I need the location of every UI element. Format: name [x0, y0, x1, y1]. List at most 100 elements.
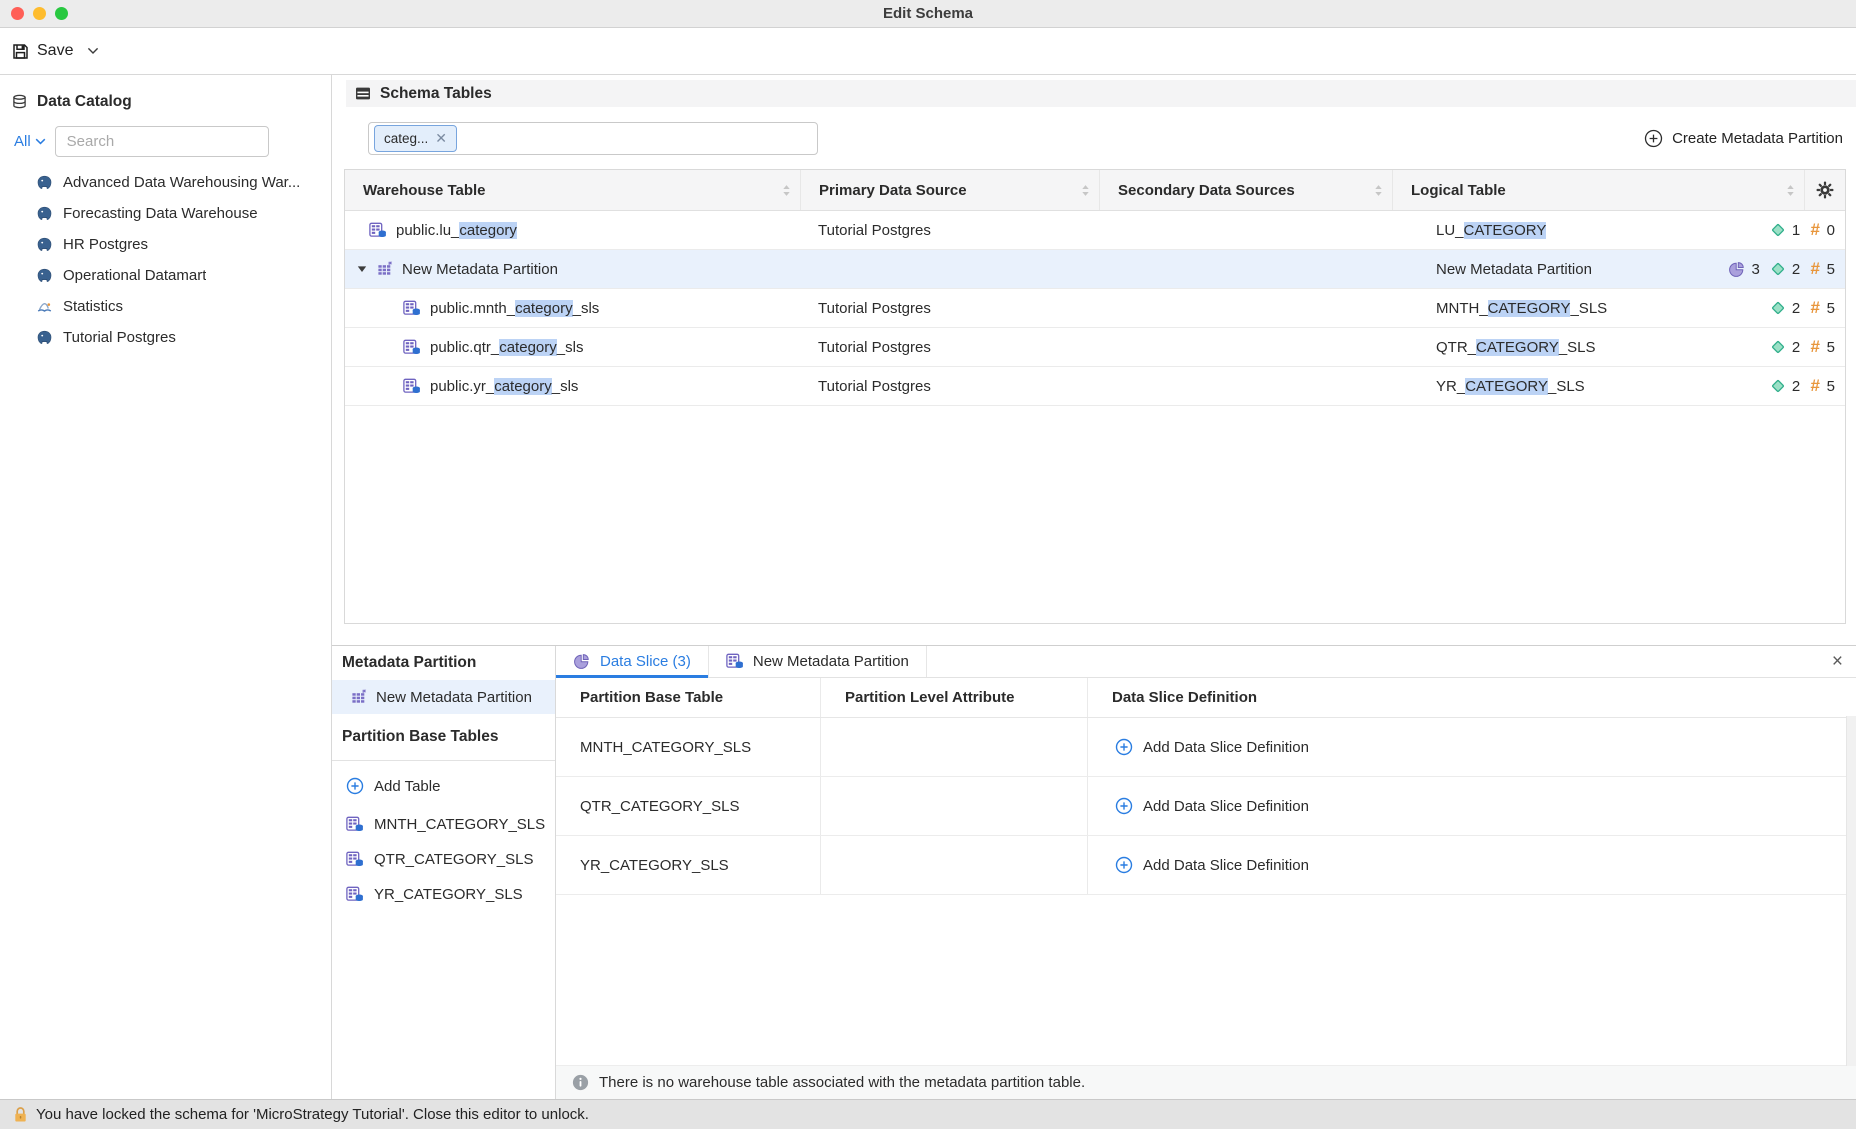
- secondary-data-sources-cell: [1099, 289, 1392, 327]
- col-header-primary-data-source[interactable]: Primary Data Source: [800, 170, 1099, 210]
- col-header-logical-table[interactable]: Logical Table: [1392, 170, 1804, 210]
- sort-icon[interactable]: [1081, 184, 1090, 197]
- slice-col-header-partition-level-attribute: Partition Level Attribute: [821, 678, 1088, 717]
- hash-badge-icon: #: [1810, 259, 1819, 279]
- status-bar: You have locked the schema for 'MicroStr…: [0, 1099, 1856, 1129]
- save-menu-chevron-icon[interactable]: [87, 47, 99, 55]
- base-table-name: YR_CATEGORY_SLS: [374, 886, 523, 903]
- warehouse-table-cell: public.lu_category: [345, 211, 800, 249]
- chevron-down-icon: [35, 138, 46, 145]
- add-data-slice-definition-button[interactable]: Add Data Slice Definition: [1088, 777, 1856, 835]
- postgres-icon: [36, 237, 53, 253]
- logical-table-cell: MNTH_CATEGORY_SLS2#5: [1392, 289, 1845, 327]
- schema-table-row[interactable]: public.lu_categoryTutorial PostgresLU_CA…: [345, 211, 1845, 250]
- postgres-icon: [36, 268, 53, 284]
- slice-col-header-partition-base-table: Partition Base Table: [556, 678, 821, 717]
- base-table-name: MNTH_CATEGORY_SLS: [374, 816, 545, 833]
- catalog-filter-row: All: [14, 126, 331, 157]
- info-message: There is no warehouse table associated w…: [599, 1074, 1085, 1091]
- warehouse-table-name: New Metadata Partition: [402, 261, 558, 278]
- warehouse-table-icon: [726, 653, 744, 670]
- slice-col-header-label: Partition Level Attribute: [845, 689, 1014, 706]
- hash-badge-icon: #: [1810, 376, 1819, 396]
- warehouse-table-icon: [346, 886, 364, 903]
- col-header-warehouse-table[interactable]: Warehouse Table: [345, 170, 800, 210]
- expand-caret-icon[interactable]: [357, 265, 367, 273]
- base-table-item[interactable]: QTR_CATEGORY_SLS: [332, 842, 555, 877]
- pie-badge-icon: [1728, 261, 1746, 278]
- partition-level-attribute-cell: [821, 777, 1088, 835]
- metadata-partition-editor: Metadata Partition New Metadata Partitio…: [332, 645, 1856, 1099]
- add-data-slice-definition-button[interactable]: Add Data Slice Definition: [1088, 836, 1856, 894]
- schema-table-row[interactable]: public.qtr_category_slsTutorial Postgres…: [345, 328, 1845, 367]
- row-badges: 2#5: [1760, 298, 1845, 318]
- panel-close-button[interactable]: ×: [1832, 646, 1856, 677]
- warehouse-table-cell: public.yr_category_sls: [345, 367, 800, 405]
- partition-base-table-value: YR_CATEGORY_SLS: [580, 857, 729, 874]
- title-bar: Edit Schema: [0, 0, 1856, 28]
- tab-label: Data Slice (3): [600, 653, 691, 670]
- create-metadata-partition-button[interactable]: Create Metadata Partition: [1644, 129, 1843, 148]
- primary-data-source-value: Tutorial Postgres: [818, 378, 931, 395]
- base-table-list: MNTH_CATEGORY_SLS QTR_CATEGORY_SLS YR_CATE…: [332, 807, 555, 912]
- warehouse-table-name: public.lu_category: [396, 222, 517, 239]
- save-button[interactable]: Save: [37, 42, 73, 60]
- col-header-label: Primary Data Source: [819, 182, 967, 199]
- warehouse-table-icon: [369, 222, 387, 239]
- primary-data-source-value: Tutorial Postgres: [818, 222, 931, 239]
- schema-table-row[interactable]: public.yr_category_sls Tutorial Postgres Y…: [345, 367, 1845, 406]
- partition-item-selected[interactable]: New Metadata Partition: [332, 680, 555, 714]
- search-highlight: category: [515, 300, 573, 317]
- add-data-slice-definition-label: Add Data Slice Definition: [1143, 739, 1309, 756]
- schema-table-row-partition[interactable]: New Metadata PartitionNew Metadata Parti…: [345, 250, 1845, 289]
- schema-tables-section: Schema Tables categ... ✕: [332, 75, 1856, 645]
- catalog-item-tutorial-postgres[interactable]: Tutorial Postgres: [0, 322, 331, 353]
- minimize-window-button[interactable]: [33, 7, 46, 20]
- catalog-item-operational-datamart[interactable]: Operational Datamart: [0, 260, 331, 291]
- vertical-scrollbar[interactable]: [1846, 716, 1856, 1066]
- add-table-button[interactable]: Add Table: [332, 765, 555, 807]
- remove-tag-icon[interactable]: ✕: [435, 131, 447, 145]
- sort-icon[interactable]: [1786, 184, 1795, 197]
- close-window-button[interactable]: [11, 7, 24, 20]
- postgres-icon: [36, 206, 53, 222]
- primary-data-source-cell: Tutorial Postgres: [800, 289, 1099, 327]
- column-count: 0: [1827, 222, 1835, 239]
- catalog-item-label: Operational Datamart: [63, 267, 206, 284]
- table-icon: [355, 86, 371, 101]
- data-catalog-title: Data Catalog: [37, 93, 132, 111]
- catalog-item-forecasting-data-warehouse[interactable]: Forecasting Data Warehouse: [0, 198, 331, 229]
- search-highlight: category: [494, 378, 552, 395]
- attribute-count: 2: [1792, 339, 1800, 356]
- catalog-item-hr-postgres[interactable]: HR Postgres: [0, 229, 331, 260]
- logical-table-cell: QTR_CATEGORY_SLS2#5: [1392, 328, 1845, 366]
- schema-tables-table: Warehouse Table Primary Data Source Second…: [344, 169, 1846, 624]
- add-data-slice-definition-button[interactable]: Add Data Slice Definition: [1088, 718, 1856, 776]
- secondary-data-sources-cell: [1099, 367, 1392, 405]
- tab-new-metadata-partition[interactable]: New Metadata Partition: [709, 646, 927, 677]
- primary-data-source-cell: [800, 250, 1099, 288]
- search-highlight: category: [459, 222, 517, 239]
- partition-base-table-cell: MNTH_CATEGORY_SLS: [556, 718, 821, 776]
- zoom-window-button[interactable]: [55, 7, 68, 20]
- schema-table-body: public.lu_categoryTutorial PostgresLU_CA…: [345, 211, 1845, 623]
- sort-icon[interactable]: [782, 184, 791, 197]
- logical-table-cell: YR_CATEGORY_SLS2#5: [1392, 367, 1845, 405]
- catalog-search-input[interactable]: [55, 126, 269, 157]
- catalog-item-advanced-data-warehousing-war[interactable]: Advanced Data Warehousing War...: [0, 167, 331, 198]
- catalog-type-dropdown[interactable]: All: [14, 133, 46, 150]
- save-icon: [12, 43, 29, 60]
- col-header-secondary-data-sources[interactable]: Secondary Data Sources: [1099, 170, 1392, 210]
- base-table-item[interactable]: YR_CATEGORY_SLS: [332, 877, 555, 912]
- tab-data-slice-3[interactable]: Data Slice (3): [556, 646, 709, 677]
- slice-table-row: QTR_CATEGORY_SLSAdd Data Slice Definitio…: [556, 777, 1856, 836]
- warehouse-table-icon: [403, 378, 421, 395]
- col-header-label: Logical Table: [1411, 182, 1506, 199]
- sort-icon[interactable]: [1374, 184, 1383, 197]
- column-settings-button[interactable]: [1804, 170, 1845, 210]
- base-table-item[interactable]: MNTH_CATEGORY_SLS: [332, 807, 555, 842]
- schema-table-row[interactable]: public.mnth_category_slsTutorial Postgre…: [345, 289, 1845, 328]
- catalog-item-statistics[interactable]: Statistics: [0, 291, 331, 322]
- column-count: 5: [1827, 300, 1835, 317]
- table-filter-input[interactable]: categ... ✕: [368, 122, 818, 155]
